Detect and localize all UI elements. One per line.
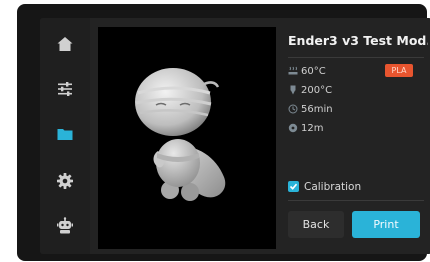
sidebar-item-home[interactable] — [40, 24, 90, 64]
filament-row: 12m — [288, 121, 323, 135]
heated-bed-icon — [288, 66, 298, 76]
model-preview — [98, 27, 276, 249]
options-divider — [288, 200, 424, 201]
bed-temp-row: 60°C — [288, 64, 326, 78]
gear-icon — [57, 173, 73, 189]
folder-icon — [57, 129, 73, 140]
sidebar — [40, 18, 90, 254]
print-file-detail-screen: Ender3 v3 Test Mod... 60°C PLA 200°C 56m… — [40, 18, 430, 254]
sidebar-item-settings[interactable] — [40, 161, 90, 201]
print-button[interactable]: Print — [352, 211, 420, 238]
nozzle-icon — [288, 85, 298, 95]
back-button[interactable]: Back — [288, 211, 344, 238]
sidebar-item-tune[interactable] — [40, 69, 90, 109]
print-time-row: 56min — [288, 102, 333, 116]
sidebar-item-files[interactable] — [40, 114, 90, 154]
print-time-value: 56min — [301, 103, 333, 115]
model-thumbnail-image — [135, 68, 226, 201]
home-icon — [57, 37, 73, 51]
sliders-icon — [58, 82, 72, 96]
filament-spool-icon — [288, 123, 298, 133]
calibration-checkbox[interactable] — [288, 181, 299, 192]
material-badge: PLA — [385, 64, 413, 77]
title-divider — [288, 57, 424, 58]
bed-temp-value: 60°C — [301, 65, 326, 77]
nozzle-temp-row: 200°C — [288, 83, 332, 97]
robot-icon — [57, 217, 73, 234]
filament-length-value: 12m — [301, 122, 324, 134]
sidebar-item-assistant[interactable] — [40, 206, 90, 246]
calibration-option[interactable]: Calibration — [288, 179, 361, 194]
check-icon — [289, 183, 298, 190]
calibration-label: Calibration — [304, 180, 362, 193]
file-info-panel: Ender3 v3 Test Mod... 60°C PLA 200°C 56m… — [280, 18, 430, 254]
nozzle-temp-value: 200°C — [301, 84, 333, 96]
clock-icon — [288, 104, 298, 114]
file-title: Ender3 v3 Test Mod... — [288, 33, 428, 48]
printer-display-bezel: Ender3 v3 Test Mod... 60°C PLA 200°C 56m… — [17, 4, 430, 261]
